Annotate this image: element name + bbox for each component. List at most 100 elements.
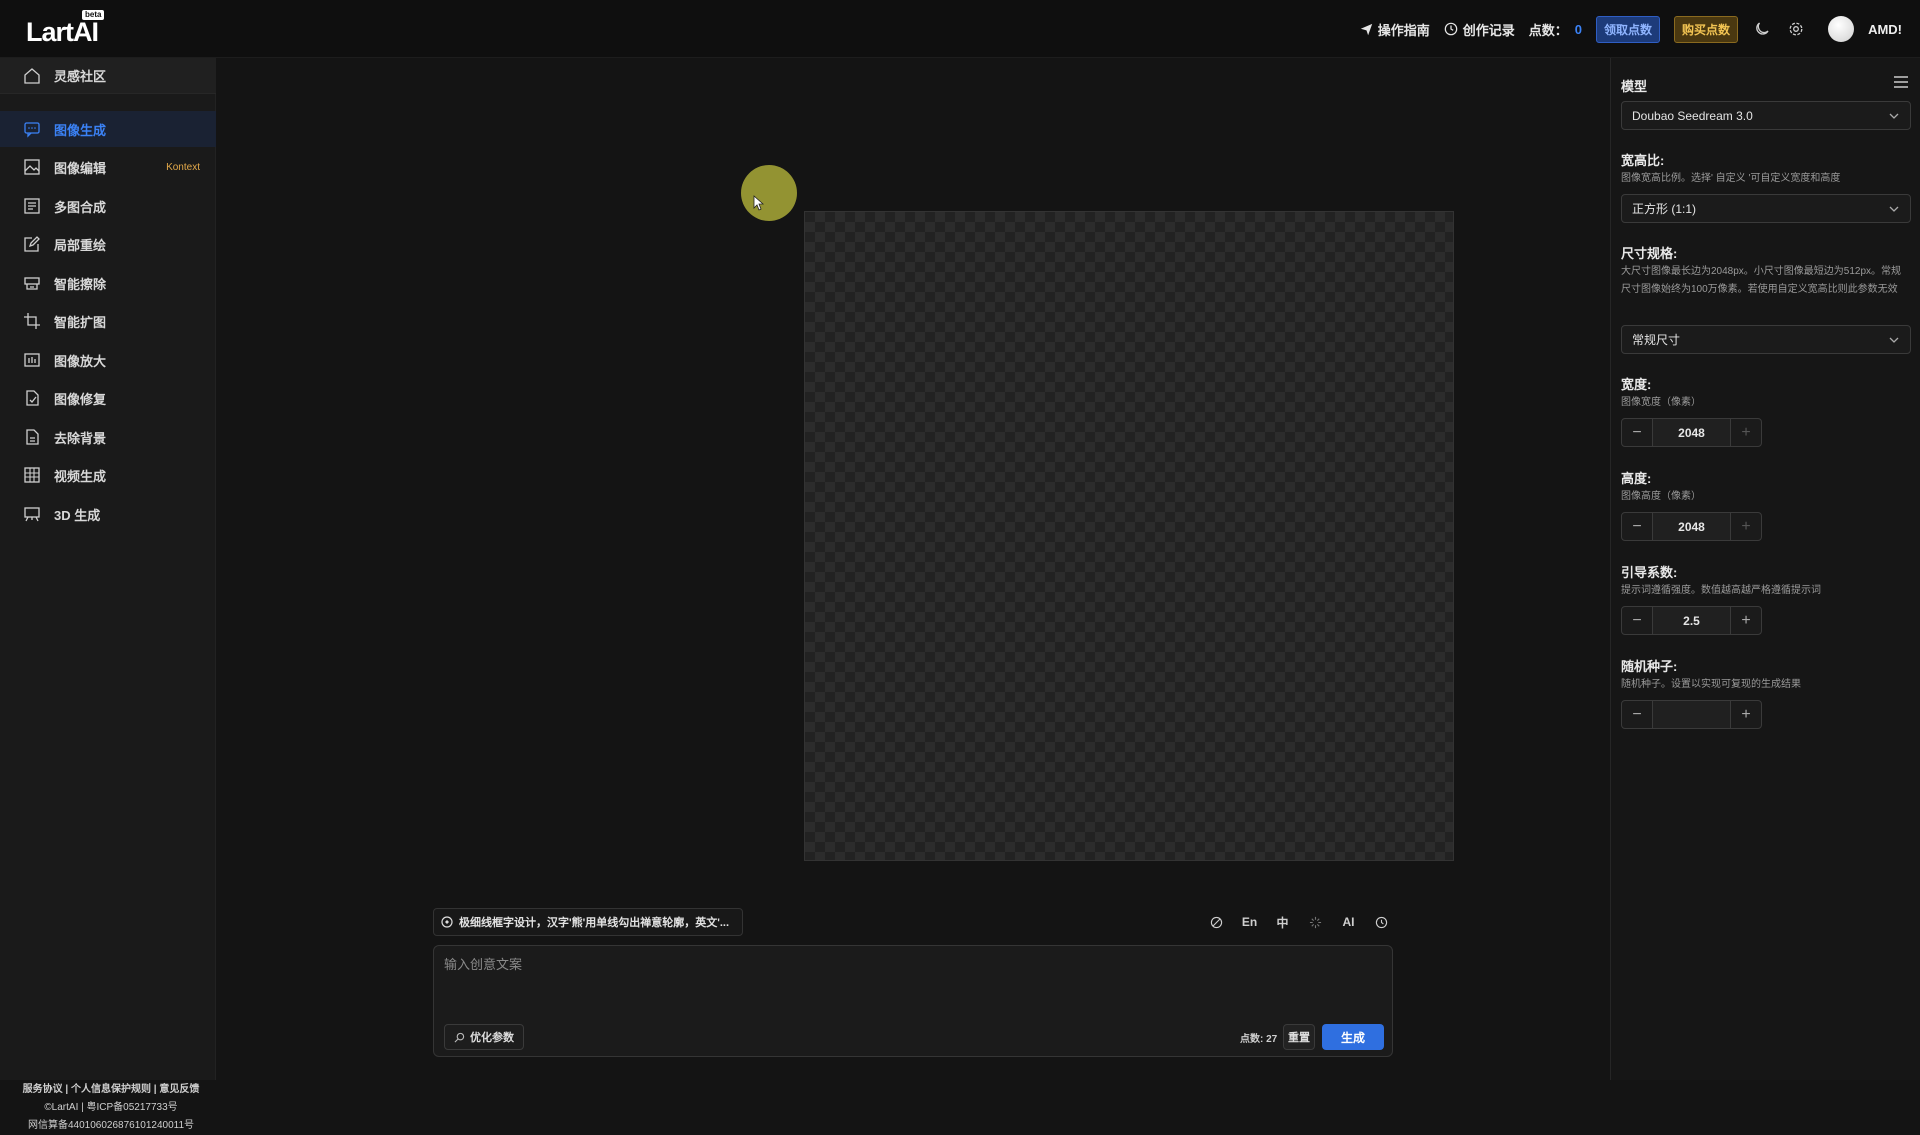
- buy-points-button[interactable]: 购买点数: [1674, 15, 1739, 43]
- history-link[interactable]: 创作记录: [1444, 20, 1515, 39]
- random-prompt-button[interactable]: [1299, 908, 1332, 936]
- cursor-highlight: [741, 165, 797, 221]
- height-decrement-button[interactable]: −: [1622, 513, 1652, 540]
- guidance-decrement-button[interactable]: −: [1622, 607, 1652, 634]
- seed-description: 随机种子。设置以实现可复现的生成结果: [1621, 679, 1801, 690]
- mouse-pointer-icon: [753, 195, 765, 211]
- image-canvas[interactable]: [804, 211, 1454, 861]
- footer-legal-links[interactable]: 服务协议 | 个人信息保护规则 | 意见反馈: [16, 1081, 206, 1099]
- width-title: 宽度:: [1621, 377, 1652, 392]
- width-stepper: − 2048 +: [1621, 418, 1762, 447]
- beta-badge: beta: [82, 10, 105, 20]
- history-label: 创作记录: [1462, 22, 1515, 38]
- sidebar-item-image-edit[interactable]: 图像编辑 Kontext: [0, 149, 216, 185]
- model-value: Doubao Seedream 3.0: [1632, 108, 1753, 123]
- sidebar-item-label: 灵感社区: [54, 69, 107, 84]
- width-value[interactable]: 2048: [1652, 419, 1731, 446]
- repair-icon: [22, 388, 42, 408]
- seed-value[interactable]: [1652, 701, 1731, 728]
- canvas-area: [216, 58, 1610, 1080]
- image-icon: [22, 157, 42, 177]
- generate-button[interactable]: 生成: [1322, 1024, 1384, 1050]
- height-increment-button[interactable]: +: [1731, 513, 1761, 540]
- width-decrement-button[interactable]: −: [1622, 419, 1652, 446]
- guidance-increment-button[interactable]: +: [1731, 607, 1761, 634]
- height-stepper: − 2048 +: [1621, 512, 1762, 541]
- points-value: 0: [1574, 21, 1583, 37]
- magic-wand-icon: [1309, 916, 1322, 928]
- claim-points-button[interactable]: 领取点数: [1596, 15, 1661, 43]
- sidebar-item-label: 局部重绘: [54, 237, 107, 253]
- sidebar-item-multi-image[interactable]: 多图合成: [0, 188, 216, 224]
- model-select[interactable]: Doubao Seedream 3.0: [1621, 101, 1911, 130]
- menu-icon[interactable]: [1893, 75, 1909, 89]
- guidance-title: 引导系数:: [1621, 565, 1678, 580]
- guide-link[interactable]: 操作指南: [1360, 20, 1430, 39]
- sidebar-item-upscale[interactable]: 图像放大: [0, 342, 216, 378]
- sidebar-item-image-generation[interactable]: 图像生成: [0, 111, 216, 147]
- ratio-title: 宽高比:: [1621, 153, 1665, 168]
- footer-links: 服务协议 | 个人信息保护规则 | 意见反馈 ©LartAI | 粤ICP备05…: [16, 1081, 206, 1135]
- width-increment-button[interactable]: +: [1731, 419, 1761, 446]
- prompt-history-button[interactable]: [1365, 908, 1398, 936]
- ratio-description: 图像宽高比例。选择' 自定义 '可自定义宽度和高度: [1621, 173, 1841, 184]
- gear-icon[interactable]: [1786, 19, 1806, 39]
- prompt-suggestion-chip[interactable]: 极细线框字设计，汉字'熊'用单线勾出禅意轮廓，英文'...: [433, 908, 743, 936]
- size-value: 常规尺寸: [1632, 333, 1681, 347]
- top-bar: LartAI beta 操作指南 创作记录 点数： 0 领取点数 购买点数 AM…: [0, 0, 1920, 58]
- chevron-down-icon: [1889, 337, 1899, 343]
- ratio-select[interactable]: 正方形 (1:1): [1621, 194, 1911, 223]
- seed-increment-button[interactable]: +: [1731, 701, 1761, 728]
- sidebar-item-remove-background[interactable]: 去除背景: [0, 419, 216, 455]
- prompt-input[interactable]: [444, 954, 1374, 1014]
- sidebar-item-label: 图像编辑: [54, 160, 107, 176]
- settings-panel: 模型 Doubao Seedream 3.0 宽高比: 图像宽高比例。选择' 自…: [1610, 58, 1920, 1080]
- optimize-params-button[interactable]: 优化参数: [444, 1024, 524, 1050]
- prompt-suggestion-text: 极细线框字设计，汉字'熊'用单线勾出禅意轮廓，英文'...: [459, 917, 730, 929]
- translate-en-button[interactable]: En: [1233, 908, 1266, 936]
- sidebar-item-3d[interactable]: 3D 生成: [0, 496, 216, 532]
- eraser-icon: [22, 273, 42, 293]
- sidebar-item-video[interactable]: 视频生成: [0, 457, 216, 493]
- seed-title: 随机种子:: [1621, 659, 1678, 674]
- height-value[interactable]: 2048: [1652, 513, 1731, 540]
- chevron-down-icon: [1889, 113, 1899, 119]
- translate-zh-button[interactable]: 中: [1266, 908, 1299, 936]
- seed-decrement-button[interactable]: −: [1622, 701, 1652, 728]
- size-select[interactable]: 常规尺寸: [1621, 325, 1911, 354]
- sidebar-item-outpaint[interactable]: 智能扩图: [0, 303, 216, 339]
- edit-icon: [22, 234, 42, 254]
- kontext-badge: Kontext: [166, 161, 200, 173]
- dark-mode-icon[interactable]: [1752, 19, 1772, 39]
- model-title: 模型: [1621, 79, 1648, 94]
- reset-button[interactable]: 重置: [1283, 1024, 1315, 1050]
- ai-enhance-button[interactable]: AI: [1332, 908, 1365, 936]
- cube-icon: [22, 504, 42, 524]
- points-display: 点数： 0: [1529, 20, 1582, 39]
- sidebar-item-label: 多图合成: [54, 199, 107, 215]
- sidebar-item-inpaint[interactable]: 局部重绘: [0, 226, 216, 262]
- layers-icon: [22, 196, 42, 216]
- sidebar-item-repair[interactable]: 图像修复: [0, 380, 216, 416]
- grid-icon: [22, 465, 42, 485]
- file-icon: [22, 427, 42, 447]
- sidebar-item-erase[interactable]: 智能擦除: [0, 265, 216, 301]
- sidebar-item-label: 智能扩图: [54, 314, 107, 330]
- clear-tool-button[interactable]: [1200, 908, 1233, 936]
- search-icon: [454, 1032, 465, 1042]
- sidebar-item-community[interactable]: 灵感社区: [0, 58, 216, 94]
- guidance-stepper: − 2.5 +: [1621, 606, 1762, 635]
- sidebar-item-label: 3D 生成: [54, 507, 101, 523]
- sidebar-item-label: 智能擦除: [54, 276, 107, 292]
- send-icon: [1360, 23, 1372, 35]
- username[interactable]: AMD!: [1868, 22, 1902, 37]
- chevron-down-icon: [1889, 206, 1899, 212]
- crop-icon: [22, 311, 42, 331]
- optimize-params-label: 优化参数: [470, 1032, 514, 1044]
- logo[interactable]: LartAI beta: [26, 10, 116, 46]
- prompt-tools: En 中 AI: [1200, 908, 1398, 936]
- sidebar-item-label: 视频生成: [54, 468, 107, 484]
- avatar[interactable]: [1828, 16, 1855, 42]
- logo-text: LartAI: [26, 17, 99, 47]
- guidance-value[interactable]: 2.5: [1652, 607, 1731, 634]
